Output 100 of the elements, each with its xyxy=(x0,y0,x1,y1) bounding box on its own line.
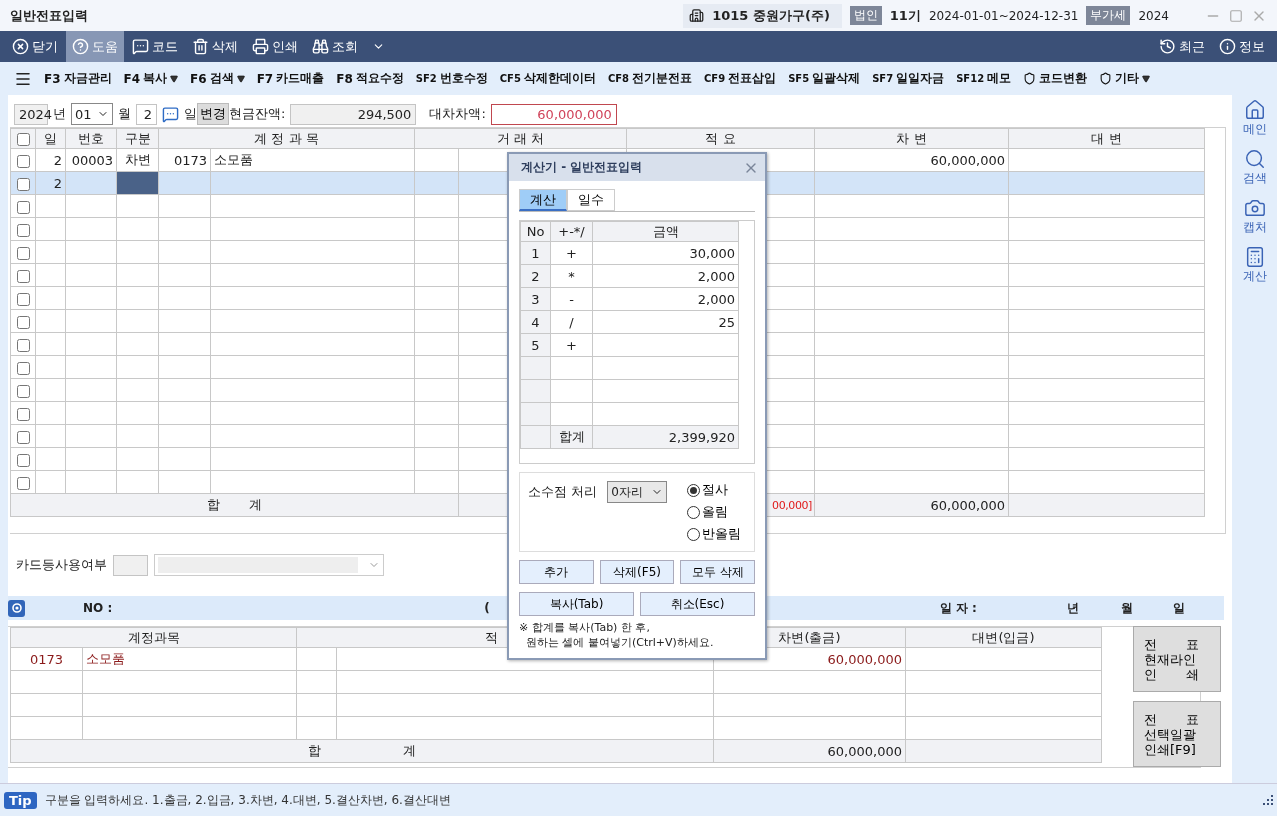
total-amount: 2,399,920 xyxy=(592,425,739,449)
column-header: 대 변 xyxy=(1008,128,1205,149)
table-cell: 5 xyxy=(520,333,551,357)
row-checkbox[interactable] xyxy=(16,292,30,306)
row-checkbox[interactable] xyxy=(16,200,30,214)
card-use-field[interactable] xyxy=(113,554,148,576)
header-checkbox[interactable] xyxy=(16,133,30,146)
dialog-button[interactable]: 취소(Esc) xyxy=(640,592,755,616)
row-checkbox[interactable] xyxy=(16,476,30,490)
home-icon xyxy=(1243,99,1266,121)
total-difference: 00,000] xyxy=(772,498,812,512)
day-field[interactable]: 2 xyxy=(136,103,157,125)
building-icon xyxy=(689,8,705,23)
sidebar-button[interactable]: 캡처 xyxy=(1242,197,1267,236)
total-debit: 60,000,000 xyxy=(814,493,1009,517)
column-header: 대변(입금) xyxy=(905,627,1102,648)
row-checkbox[interactable] xyxy=(16,315,30,329)
column-header: 계 정 과 목 xyxy=(158,128,415,149)
table-cell: 소모품 xyxy=(82,647,297,671)
status-text: 구분을 입력하세요. 1.출금, 2.입금, 3.차변, 4.대변, 5.결산차변, 6.결산대변 xyxy=(44,791,452,809)
table-cell: 25 xyxy=(592,310,739,334)
table-cell: 2,000 xyxy=(592,287,739,311)
rounding-radio[interactable]: 올림 xyxy=(687,503,742,521)
function-button[interactable]: SF12 메모 xyxy=(950,70,1018,87)
table-cell: 소모품 xyxy=(210,148,415,172)
row-checkbox[interactable] xyxy=(16,384,30,398)
function-button[interactable]: F6 검색 xyxy=(184,70,251,87)
resize-grip-icon[interactable] xyxy=(1263,795,1273,805)
toolbar-button[interactable]: 조회 xyxy=(306,31,364,62)
dialog-button[interactable]: 삭제(F5) xyxy=(599,560,675,584)
rounding-radio[interactable]: 반올림 xyxy=(687,525,742,543)
row-checkbox[interactable] xyxy=(16,338,30,352)
rounding-radio[interactable]: 절사 xyxy=(687,481,742,499)
dialog-title: 계산기 - 일반전표입력 xyxy=(521,159,643,176)
month-label: 월 xyxy=(118,105,131,123)
row-checkbox[interactable] xyxy=(16,407,30,421)
toolbar-button[interactable]: 인쇄 xyxy=(246,31,304,62)
row-checkbox[interactable] xyxy=(16,177,30,191)
row-checkbox[interactable] xyxy=(16,246,30,260)
function-button[interactable]: SF7 일일자금 xyxy=(866,70,951,87)
date-label: 일 자 : xyxy=(939,599,977,617)
toolbar-button[interactable]: 최근 xyxy=(1153,31,1211,62)
column-header: +-*/ xyxy=(550,221,593,242)
sidebar-button[interactable]: 메인 xyxy=(1242,99,1267,138)
row-checkbox[interactable] xyxy=(16,223,30,237)
function-button[interactable]: SF2 번호수정 xyxy=(409,70,494,87)
window-title: 일반전표입력 xyxy=(10,6,89,25)
toolbar-button[interactable]: 삭제 xyxy=(186,31,244,62)
dialog-button[interactable]: 복사(Tab) xyxy=(519,592,634,616)
function-button[interactable]: CF9 전표삽입 xyxy=(698,70,783,87)
dialog-button[interactable]: 모두 삭제 xyxy=(680,560,755,584)
table-cell: 3 xyxy=(520,287,551,311)
vat-year: 2024 xyxy=(1138,8,1169,23)
sidebar-button[interactable]: 계산 xyxy=(1242,246,1267,285)
decimal-select[interactable]: 0자리 xyxy=(607,481,668,503)
table-cell: 2 xyxy=(520,264,551,288)
table-cell: 4 xyxy=(520,310,551,334)
row-checkbox[interactable] xyxy=(16,453,30,467)
function-button[interactable]: CF8 전기분전표 xyxy=(601,70,698,87)
row-checkbox[interactable] xyxy=(16,154,30,168)
column-header: No xyxy=(520,221,551,242)
history-icon xyxy=(1159,38,1176,55)
total-label: 합 계 xyxy=(10,493,459,517)
function-button[interactable]: F7 카드매출 xyxy=(250,70,331,87)
function-button[interactable]: F4 복사 xyxy=(117,70,185,87)
sidebar-button[interactable]: 검색 xyxy=(1242,148,1267,187)
function-button[interactable]: 코드변환 xyxy=(1017,70,1094,87)
dialog-button[interactable]: 추가 xyxy=(519,560,594,584)
row-checkbox[interactable] xyxy=(16,430,30,444)
function-button[interactable]: CF5 삭제한데이터 xyxy=(493,70,602,87)
company-chip: 1015 중원가구(주) xyxy=(683,3,842,28)
function-button[interactable]: F3 자금관리 xyxy=(38,70,118,87)
day-text: 일 xyxy=(1172,599,1185,617)
help-icon xyxy=(72,38,89,55)
row-checkbox[interactable] xyxy=(16,361,30,375)
column-header: 거 래 처 xyxy=(414,128,627,149)
chat-icon[interactable] xyxy=(162,105,179,123)
table-cell: 0173 xyxy=(10,647,83,671)
printer-icon xyxy=(252,38,269,55)
search-icon xyxy=(1243,148,1266,170)
function-button[interactable]: F8 적요수정 xyxy=(330,70,410,87)
camera-icon xyxy=(1243,197,1266,219)
print-button[interactable]: 전 표 선택일괄 인쇄[F9] xyxy=(1133,701,1221,767)
tab[interactable]: 계산 xyxy=(519,189,567,211)
year-text: 년 xyxy=(1066,599,1079,617)
column-header: 번호 xyxy=(65,128,117,149)
function-button[interactable]: SF5 일괄삭제 xyxy=(782,70,867,87)
toolbar-button[interactable]: 정보 xyxy=(1213,31,1271,62)
toolbar-button[interactable]: 닫기 xyxy=(6,31,64,62)
difference-label: 대차차액: xyxy=(429,105,486,123)
change-button[interactable]: 변경 xyxy=(197,103,229,125)
column-header: 적 요 xyxy=(626,128,815,149)
toolbar-button[interactable]: 코드 xyxy=(126,31,184,62)
decimal-label: 소수점 처리 xyxy=(528,483,598,501)
tab[interactable]: 일수 xyxy=(567,189,615,211)
row-checkbox[interactable] xyxy=(16,269,30,283)
expand-icon[interactable] xyxy=(8,599,25,617)
month-select[interactable]: 01 xyxy=(71,103,113,125)
print-button[interactable]: 전 표 현재라인 인 쇄 xyxy=(1133,626,1221,692)
function-button[interactable]: 기타 xyxy=(1093,70,1157,87)
